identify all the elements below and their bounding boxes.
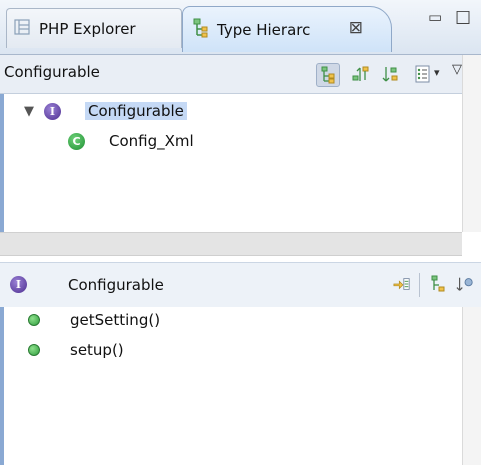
member-list-title: Configurable	[68, 276, 164, 294]
public-method-icon	[28, 314, 40, 326]
interface-icon: I	[44, 102, 61, 120]
pane-splitter[interactable]	[0, 232, 462, 256]
inherited-members-icon	[431, 275, 445, 292]
expand-arrow-icon[interactable]: ▼	[24, 104, 40, 119]
tree-item-label: Configurable	[85, 102, 187, 120]
method-label: getSetting()	[70, 311, 161, 329]
member-list: getSetting() setup()	[0, 307, 466, 465]
member-list-toolbar: I Configurable	[0, 262, 481, 308]
show-supertype-hierarchy-button[interactable]	[352, 65, 370, 83]
tab-label: PHP Explorer	[39, 19, 136, 38]
tab-type-hierarchy[interactable]: Type Hierarc ⊠	[182, 6, 392, 52]
show-inherited-members-button[interactable]	[429, 275, 447, 293]
method-label: setup()	[70, 341, 124, 359]
tree-item-label: Config_Xml	[109, 132, 194, 150]
type-hierarchy-icon	[191, 18, 209, 42]
tab-label: Type Hierarc	[217, 20, 311, 39]
tab-php-explorer[interactable]: PHP Explorer	[6, 8, 182, 48]
type-hierarchy-view: PHP Explorer Type Hierarc ⊠ ▭ ☐ Configur…	[0, 0, 481, 465]
history-list-icon	[415, 65, 430, 83]
history-button[interactable]	[414, 65, 432, 83]
sort-members-icon	[456, 277, 473, 291]
php-explorer-icon	[13, 18, 31, 40]
view-tab-bar: PHP Explorer Type Hierarc ⊠ ▭ ☐	[0, 0, 481, 55]
tree-item-config-xml[interactable]: C Config_Xml	[68, 132, 194, 150]
class-icon: C	[68, 132, 85, 150]
sort-members-button[interactable]	[456, 275, 474, 293]
hierarchy-title: Configurable	[4, 63, 100, 81]
vertical-scrollbar[interactable]	[462, 55, 481, 232]
type-hierarchy-icon	[321, 66, 335, 84]
minimize-icon[interactable]: ▭	[428, 8, 442, 26]
list-item[interactable]: setup()	[28, 341, 124, 359]
close-tab-icon[interactable]: ⊠	[349, 18, 363, 38]
lock-view-button[interactable]	[393, 275, 411, 293]
maximize-icon[interactable]: ☐	[455, 8, 471, 29]
list-item[interactable]: getSetting()	[28, 311, 160, 329]
interface-icon: I	[10, 276, 27, 293]
public-method-icon	[28, 344, 40, 356]
tree-item-configurable[interactable]: ▼ I Configurable	[24, 102, 187, 120]
history-dropdown-icon[interactable]: ▾	[434, 66, 440, 79]
hierarchy-tree: ▼ I Configurable C Config_Xml	[0, 94, 466, 232]
hierarchy-toolbar: Configurable ▾ ▽	[0, 55, 462, 94]
show-subtype-hierarchy-button[interactable]	[382, 65, 400, 83]
subtype-hierarchy-icon	[382, 67, 398, 82]
toolbar-separator	[419, 273, 420, 297]
show-type-hierarchy-button[interactable]	[316, 63, 340, 87]
view-menu-icon[interactable]: ▽	[452, 62, 462, 77]
vertical-scrollbar[interactable]	[462, 307, 481, 465]
lock-view-icon	[393, 278, 410, 290]
supertype-hierarchy-icon	[352, 66, 369, 81]
